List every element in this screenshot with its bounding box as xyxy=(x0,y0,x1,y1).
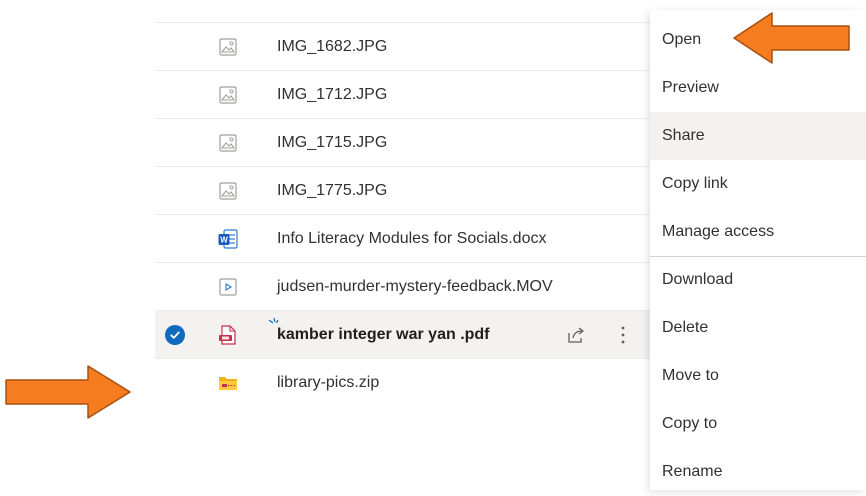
menu-item-move-to[interactable]: Move to xyxy=(650,352,866,400)
file-name[interactable]: kamber integer war yan .pdf xyxy=(277,311,490,359)
file-name[interactable]: IMG_1712.JPG xyxy=(277,71,387,119)
image-file-icon xyxy=(219,134,237,152)
svg-text:W: W xyxy=(220,236,228,245)
image-file-icon xyxy=(219,38,237,56)
share-icon[interactable] xyxy=(565,325,587,345)
menu-item-copy-link[interactable]: Copy link xyxy=(650,160,866,208)
file-name[interactable]: judsen-murder-mystery-feedback.MOV xyxy=(277,263,553,311)
more-options-icon[interactable] xyxy=(618,324,628,346)
menu-item-copy-to[interactable]: Copy to xyxy=(650,400,866,448)
pdf-file-icon xyxy=(219,325,236,345)
file-name[interactable]: IMG_1715.JPG xyxy=(277,119,387,167)
file-name[interactable]: IMG_1682.JPG xyxy=(277,23,387,71)
zip-folder-icon xyxy=(219,377,237,390)
image-file-icon xyxy=(219,182,237,200)
file-name[interactable]: library-pics.zip xyxy=(277,359,379,407)
selected-checkmark-icon[interactable] xyxy=(165,325,185,345)
arrow-pointing-to-open-icon xyxy=(733,12,850,64)
menu-item-download[interactable]: Download xyxy=(650,256,866,304)
file-name[interactable]: Info Literacy Modules for Socials.docx xyxy=(277,215,546,263)
menu-item-share[interactable]: Share xyxy=(650,112,866,160)
menu-item-delete[interactable]: Delete xyxy=(650,304,866,352)
menu-item-preview[interactable]: Preview xyxy=(650,64,866,112)
context-menu: Open Preview Share Copy link Manage acce… xyxy=(650,10,866,490)
menu-item-manage-access[interactable]: Manage access xyxy=(650,208,866,256)
menu-item-rename[interactable]: Rename xyxy=(650,448,866,496)
arrow-pointing-to-selected-file-icon xyxy=(5,365,131,419)
word-doc-icon: W xyxy=(218,229,238,249)
file-name[interactable]: IMG_1775.JPG xyxy=(277,167,387,215)
video-file-icon xyxy=(219,278,237,296)
image-file-icon xyxy=(219,86,237,104)
